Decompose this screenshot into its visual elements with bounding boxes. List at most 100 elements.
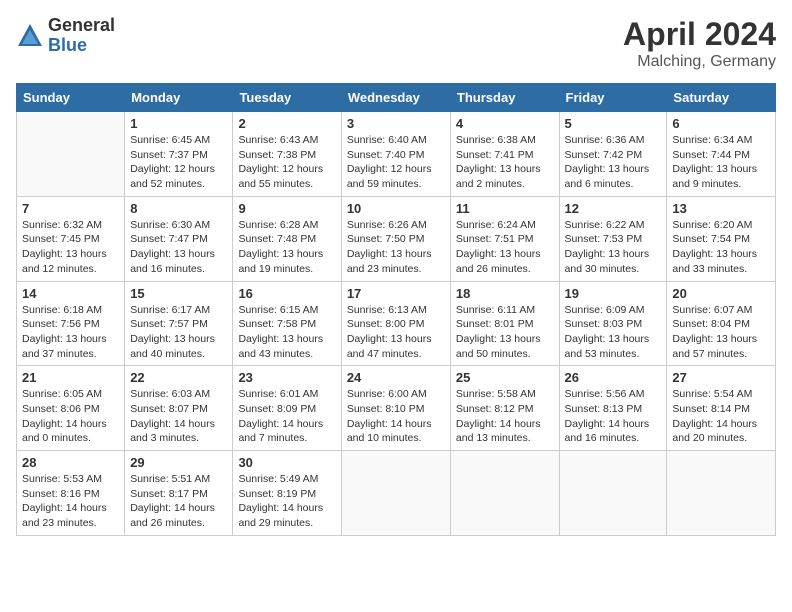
- day-number: 12: [565, 201, 662, 216]
- header-friday: Friday: [559, 84, 667, 112]
- table-row: 13Sunrise: 6:20 AMSunset: 7:54 PMDayligh…: [667, 196, 776, 281]
- day-info: Sunrise: 5:51 AMSunset: 8:17 PMDaylight:…: [130, 472, 227, 531]
- logo: General Blue: [16, 16, 115, 56]
- weekday-header-row: Sunday Monday Tuesday Wednesday Thursday…: [17, 84, 776, 112]
- table-row: 20 Sunrise: 6:07 AMSunset: 8:04 PMDayligh…: [667, 281, 776, 366]
- day-number: 7: [22, 201, 119, 216]
- table-row: 26Sunrise: 5:56 AMSunset: 8:13 PMDayligh…: [559, 366, 667, 451]
- day-number: 17: [347, 286, 445, 301]
- day-number: 29: [130, 455, 227, 470]
- day-info: Sunrise: 6:45 AMSunset: 7:37 PMDaylight:…: [130, 133, 227, 192]
- table-row: 15 Sunrise: 6:17 AMSunset: 7:57 PMDayligh…: [125, 281, 233, 366]
- calendar-week-row: 1 Sunrise: 6:45 AMSunset: 7:37 PMDaylight…: [17, 112, 776, 197]
- logo-general: General: [48, 16, 115, 36]
- day-number: 25: [456, 370, 554, 385]
- table-row: 10 Sunrise: 6:26 AMSunset: 7:50 PMDayligh…: [341, 196, 450, 281]
- day-number: 16: [238, 286, 335, 301]
- title-block: April 2024 Malching, Germany: [623, 16, 776, 71]
- table-row: [450, 451, 559, 536]
- day-info: Sunrise: 6:43 AMSunset: 7:38 PMDaylight:…: [238, 133, 335, 192]
- logo-text: General Blue: [48, 16, 115, 56]
- day-number: 22: [130, 370, 227, 385]
- day-info: Sunrise: 6:24 AMSunset: 7:51 PMDaylight:…: [456, 218, 554, 277]
- logo-blue: Blue: [48, 36, 115, 56]
- day-number: 11: [456, 201, 554, 216]
- day-info: Sunrise: 6:34 AMSunset: 7:44 PMDaylight:…: [672, 133, 770, 192]
- day-info: Sunrise: 5:56 AMSunset: 8:13 PMDaylight:…: [565, 387, 662, 446]
- day-info: Sunrise: 6:28 AMSunset: 7:48 PMDaylight:…: [238, 218, 335, 277]
- table-row: 4 Sunrise: 6:38 AMSunset: 7:41 PMDaylight…: [450, 112, 559, 197]
- day-number: 24: [347, 370, 445, 385]
- day-info: Sunrise: 6:09 AMSunset: 8:03 PMDaylight:…: [565, 303, 662, 362]
- day-number: 19: [565, 286, 662, 301]
- day-info: Sunrise: 6:13 AMSunset: 8:00 PMDaylight:…: [347, 303, 445, 362]
- table-row: 21 Sunrise: 6:05 AMSunset: 8:06 PMDayligh…: [17, 366, 125, 451]
- calendar-week-row: 14 Sunrise: 6:18 AMSunset: 7:56 PMDayligh…: [17, 281, 776, 366]
- table-row: 5Sunrise: 6:36 AMSunset: 7:42 PMDaylight…: [559, 112, 667, 197]
- day-info: Sunrise: 6:05 AMSunset: 8:06 PMDaylight:…: [22, 387, 119, 446]
- calendar-week-row: 7 Sunrise: 6:32 AMSunset: 7:45 PMDaylight…: [17, 196, 776, 281]
- table-row: [341, 451, 450, 536]
- day-number: 18: [456, 286, 554, 301]
- day-number: 27: [672, 370, 770, 385]
- day-number: 6: [672, 116, 770, 131]
- day-info: Sunrise: 6:03 AMSunset: 8:07 PMDaylight:…: [130, 387, 227, 446]
- table-row: 27Sunrise: 5:54 AMSunset: 8:14 PMDayligh…: [667, 366, 776, 451]
- table-row: 29 Sunrise: 5:51 AMSunset: 8:17 PMDayligh…: [125, 451, 233, 536]
- day-info: Sunrise: 6:20 AMSunset: 7:54 PMDaylight:…: [672, 218, 770, 277]
- page-header: General Blue April 2024 Malching, German…: [16, 16, 776, 71]
- table-row: 6 Sunrise: 6:34 AMSunset: 7:44 PMDaylight…: [667, 112, 776, 197]
- day-number: 1: [130, 116, 227, 131]
- table-row: 30Sunrise: 5:49 AMSunset: 8:19 PMDayligh…: [233, 451, 341, 536]
- day-number: 20: [672, 286, 770, 301]
- day-info: Sunrise: 6:17 AMSunset: 7:57 PMDaylight:…: [130, 303, 227, 362]
- header-tuesday: Tuesday: [233, 84, 341, 112]
- day-info: Sunrise: 6:01 AMSunset: 8:09 PMDaylight:…: [238, 387, 335, 446]
- day-info: Sunrise: 6:36 AMSunset: 7:42 PMDaylight:…: [565, 133, 662, 192]
- table-row: 2Sunrise: 6:43 AMSunset: 7:38 PMDaylight…: [233, 112, 341, 197]
- day-info: Sunrise: 6:38 AMSunset: 7:41 PMDaylight:…: [456, 133, 554, 192]
- day-number: 28: [22, 455, 119, 470]
- table-row: 19 Sunrise: 6:09 AMSunset: 8:03 PMDayligh…: [559, 281, 667, 366]
- day-info: Sunrise: 6:22 AMSunset: 7:53 PMDaylight:…: [565, 218, 662, 277]
- table-row: 9 Sunrise: 6:28 AMSunset: 7:48 PMDaylight…: [233, 196, 341, 281]
- table-row: 22 Sunrise: 6:03 AMSunset: 8:07 PMDayligh…: [125, 366, 233, 451]
- table-row: 8 Sunrise: 6:30 AMSunset: 7:47 PMDaylight…: [125, 196, 233, 281]
- header-thursday: Thursday: [450, 84, 559, 112]
- day-number: 9: [238, 201, 335, 216]
- day-info: Sunrise: 5:58 AMSunset: 8:12 PMDaylight:…: [456, 387, 554, 446]
- day-info: Sunrise: 6:32 AMSunset: 7:45 PMDaylight:…: [22, 218, 119, 277]
- calendar-week-row: 28 Sunrise: 5:53 AMSunset: 8:16 PMDayligh…: [17, 451, 776, 536]
- day-info: Sunrise: 6:11 AMSunset: 8:01 PMDaylight:…: [456, 303, 554, 362]
- header-monday: Monday: [125, 84, 233, 112]
- table-row: [17, 112, 125, 197]
- day-info: Sunrise: 5:53 AMSunset: 8:16 PMDaylight:…: [22, 472, 119, 531]
- table-row: 3 Sunrise: 6:40 AMSunset: 7:40 PMDaylight…: [341, 112, 450, 197]
- day-number: 4: [456, 116, 554, 131]
- day-number: 3: [347, 116, 445, 131]
- day-number: 15: [130, 286, 227, 301]
- table-row: [559, 451, 667, 536]
- table-row: 23 Sunrise: 6:01 AMSunset: 8:09 PMDayligh…: [233, 366, 341, 451]
- table-row: 16Sunrise: 6:15 AMSunset: 7:58 PMDayligh…: [233, 281, 341, 366]
- day-info: Sunrise: 6:00 AMSunset: 8:10 PMDaylight:…: [347, 387, 445, 446]
- table-row: 11 Sunrise: 6:24 AMSunset: 7:51 PMDayligh…: [450, 196, 559, 281]
- table-row: 18 Sunrise: 6:11 AMSunset: 8:01 PMDayligh…: [450, 281, 559, 366]
- table-row: [667, 451, 776, 536]
- day-number: 8: [130, 201, 227, 216]
- table-row: 24 Sunrise: 6:00 AMSunset: 8:10 PMDayligh…: [341, 366, 450, 451]
- day-info: Sunrise: 6:07 AMSunset: 8:04 PMDaylight:…: [672, 303, 770, 362]
- calendar: Sunday Monday Tuesday Wednesday Thursday…: [16, 83, 776, 536]
- day-info: Sunrise: 6:18 AMSunset: 7:56 PMDaylight:…: [22, 303, 119, 362]
- header-saturday: Saturday: [667, 84, 776, 112]
- day-number: 30: [238, 455, 335, 470]
- day-number: 10: [347, 201, 445, 216]
- day-number: 23: [238, 370, 335, 385]
- day-number: 14: [22, 286, 119, 301]
- day-info: Sunrise: 6:26 AMSunset: 7:50 PMDaylight:…: [347, 218, 445, 277]
- day-info: Sunrise: 6:40 AMSunset: 7:40 PMDaylight:…: [347, 133, 445, 192]
- day-info: Sunrise: 6:30 AMSunset: 7:47 PMDaylight:…: [130, 218, 227, 277]
- table-row: 7 Sunrise: 6:32 AMSunset: 7:45 PMDaylight…: [17, 196, 125, 281]
- day-number: 21: [22, 370, 119, 385]
- logo-icon: [16, 22, 44, 50]
